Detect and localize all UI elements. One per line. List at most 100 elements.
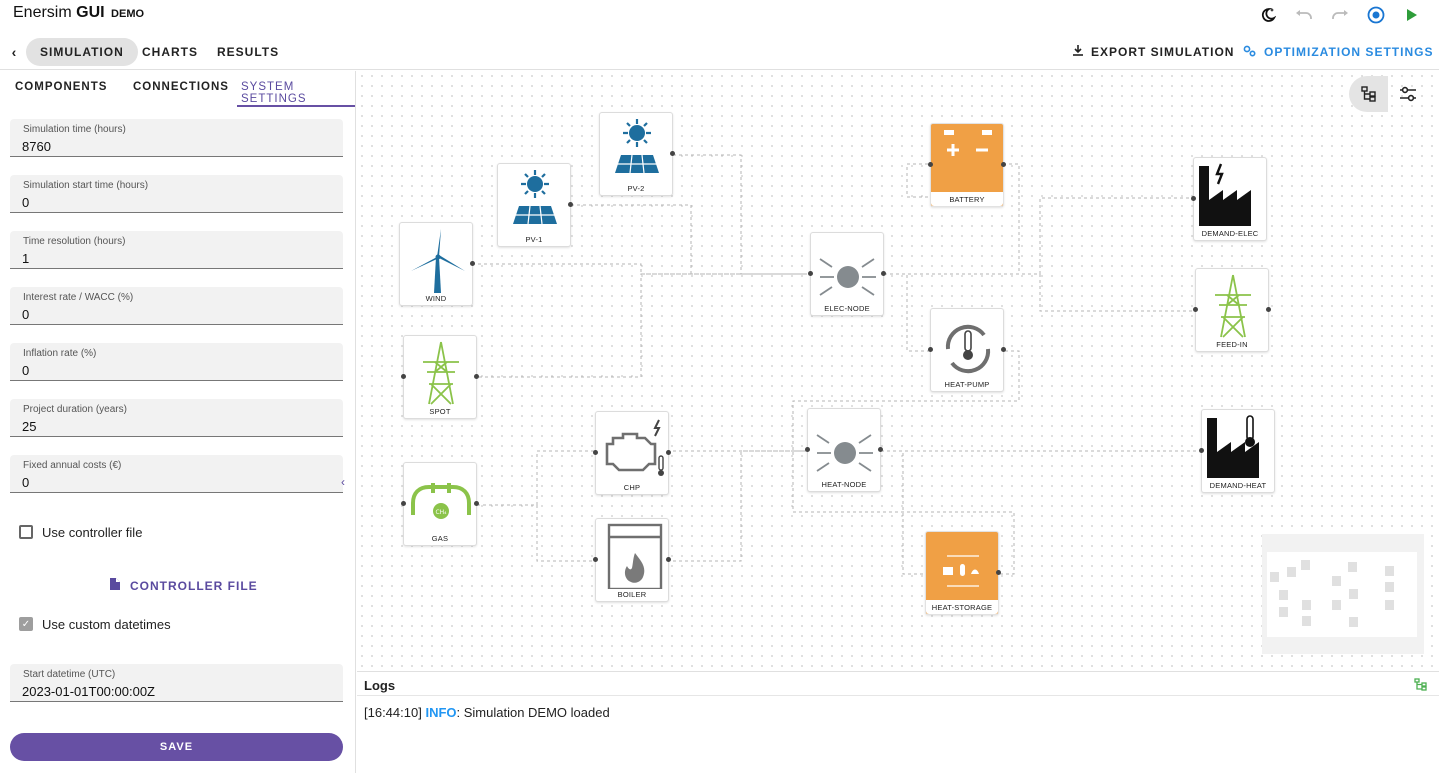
active-tab-indicator [237, 105, 355, 107]
simulation-start-time-field[interactable]: Simulation start time (hours) 0 [10, 175, 343, 213]
output-handle[interactable] [1266, 307, 1271, 312]
field-value[interactable]: 0 [22, 363, 29, 378]
node-pv-2[interactable]: PV-2 [599, 112, 675, 196]
input-handle[interactable] [808, 271, 813, 276]
checkbox-checked-icon[interactable]: ✓ [19, 617, 33, 631]
minimap-node [1349, 617, 1358, 627]
input-handle[interactable] [805, 447, 810, 452]
node-demand-elec[interactable]: DEMAND-ELEC [1191, 157, 1267, 241]
checkbox-unchecked-icon[interactable] [19, 525, 33, 539]
input-handle[interactable] [928, 162, 933, 167]
play-icon[interactable] [1397, 4, 1427, 26]
redo-icon[interactable] [1325, 4, 1355, 26]
undo-icon[interactable] [1289, 4, 1319, 26]
node-label: PV-1 [525, 235, 543, 244]
node-wind[interactable]: WIND [399, 222, 475, 306]
tab-components[interactable]: COMPONENTS [15, 81, 107, 93]
output-handle[interactable] [474, 501, 479, 506]
node-heat-storage[interactable]: HEAT-STORAGE [925, 531, 1001, 615]
interest-rate-field[interactable]: Interest rate / WACC (%) 0 [10, 287, 343, 325]
minimap-node [1348, 562, 1357, 572]
tab-results[interactable]: RESULTS [203, 38, 293, 66]
node-label: DEMAND-HEAT [1209, 481, 1267, 490]
field-value[interactable]: 8760 [22, 139, 51, 154]
time-resolution-field[interactable]: Time resolution (hours) 1 [10, 231, 343, 269]
output-handle[interactable] [1001, 162, 1006, 167]
minimap-node [1332, 576, 1341, 586]
node-heat-pump[interactable]: HEAT-PUMP [928, 308, 1006, 392]
output-handle[interactable] [881, 271, 886, 276]
node-feed-in[interactable]: FEED-IN [1193, 268, 1271, 352]
project-duration-field[interactable]: Project duration (years) 25 [10, 399, 343, 437]
logs-panel: Logs [16:44:10] INFO: Simulation DEMO lo… [357, 671, 1439, 773]
tab-simulation[interactable]: SIMULATION [26, 38, 138, 66]
field-value[interactable]: 25 [22, 419, 36, 434]
field-label: Start datetime (UTC) [23, 669, 116, 680]
sliders-icon[interactable] [1388, 76, 1427, 112]
power-tower-icon [423, 341, 459, 405]
input-handle[interactable] [1193, 307, 1198, 312]
factory-bolt-icon [1199, 163, 1251, 226]
save-button[interactable]: SAVE [10, 733, 343, 761]
start-datetime-field[interactable]: Start datetime (UTC) 2023-01-01T00:00:00… [10, 664, 343, 702]
collapse-panel-chevron-icon[interactable]: ‹ [341, 475, 345, 489]
input-handle[interactable] [401, 501, 406, 506]
node-boiler[interactable]: BOILER [593, 518, 671, 602]
node-spot[interactable]: SPOT [401, 335, 479, 419]
node-elec[interactable]: ELEC-NODE [808, 232, 886, 316]
node-heat[interactable]: HEAT-NODE [805, 408, 883, 492]
use-controller-file-checkbox[interactable]: Use controller file [19, 522, 142, 542]
app-title-demo: DEMO [111, 8, 145, 20]
node-pv-1[interactable]: PV-1 [497, 163, 573, 247]
node-demand-heat[interactable]: DEMAND-HEAT [1199, 409, 1275, 493]
field-value[interactable]: 0 [22, 475, 29, 490]
output-handle[interactable] [568, 202, 573, 207]
output-handle[interactable] [670, 151, 675, 156]
network-tree-icon[interactable] [1414, 678, 1427, 696]
input-handle[interactable] [593, 450, 598, 455]
canvas-minimap[interactable] [1262, 534, 1424, 654]
simulation-time-field[interactable]: Simulation time (hours) 8760 [10, 119, 343, 157]
fixed-annual-costs-field[interactable]: Fixed annual costs (€) 0 [10, 455, 343, 493]
tree-layout-icon[interactable] [1349, 76, 1388, 112]
output-handle[interactable] [474, 374, 479, 379]
tab-system-settings[interactable]: SYSTEM SETTINGS [241, 81, 356, 105]
field-value[interactable]: 0 [22, 195, 29, 210]
tab-connections[interactable]: CONNECTIONS [133, 81, 229, 93]
app-root: Enersim GUI DEMO ‹ SIMULATION CHARTS RES… [0, 0, 1439, 773]
nav-bar: ‹ SIMULATION CHARTS RESULTS EXPORT SIMUL… [0, 34, 1439, 70]
inflation-rate-field[interactable]: Inflation rate (%) 0 [10, 343, 343, 381]
output-handle[interactable] [666, 450, 671, 455]
back-chevron-icon[interactable]: ‹ [6, 41, 22, 63]
controller-file-button[interactable]: CONTROLLER FILE [110, 578, 258, 593]
output-handle[interactable] [1001, 347, 1006, 352]
use-custom-datetimes-checkbox[interactable]: ✓ Use custom datetimes [19, 614, 171, 634]
input-handle[interactable] [593, 557, 598, 562]
export-simulation-button[interactable]: EXPORT SIMULATION [1073, 38, 1234, 66]
minimap-node [1279, 590, 1288, 600]
flow-canvas[interactable]: PV-2 PV-1 WIND SPOT CH₄ GAS CHP BOILER B… [357, 71, 1439, 671]
log-time: [16:44:10] [364, 705, 422, 720]
input-handle[interactable] [1199, 448, 1204, 453]
theme-toggle-icon[interactable] [1253, 4, 1283, 26]
node-gas[interactable]: CH₄ GAS [401, 462, 479, 546]
node-chp[interactable]: CHP [593, 411, 671, 495]
output-handle[interactable] [666, 557, 671, 562]
run-optimization-icon[interactable] [1361, 4, 1391, 26]
output-handle[interactable] [878, 447, 883, 452]
field-value[interactable]: 2023-01-01T00:00:00Z [22, 684, 155, 699]
input-handle[interactable] [928, 347, 933, 352]
optimization-settings-button[interactable]: OPTIMIZATION SETTINGS [1243, 38, 1433, 66]
input-handle[interactable] [1191, 196, 1196, 201]
output-handle[interactable] [470, 261, 475, 266]
field-value[interactable]: 1 [22, 251, 29, 266]
node-label: HEAT-NODE [821, 480, 867, 489]
input-handle[interactable] [401, 374, 406, 379]
boiler-flame-icon [607, 523, 663, 589]
app-title-name: Enersim [13, 4, 72, 21]
tab-charts[interactable]: CHARTS [128, 38, 212, 66]
output-handle[interactable] [996, 570, 1001, 575]
node-battery[interactable]: BATTERY [928, 123, 1006, 207]
field-value[interactable]: 0 [22, 307, 29, 322]
node-label: HEAT-PUMP [944, 380, 990, 389]
